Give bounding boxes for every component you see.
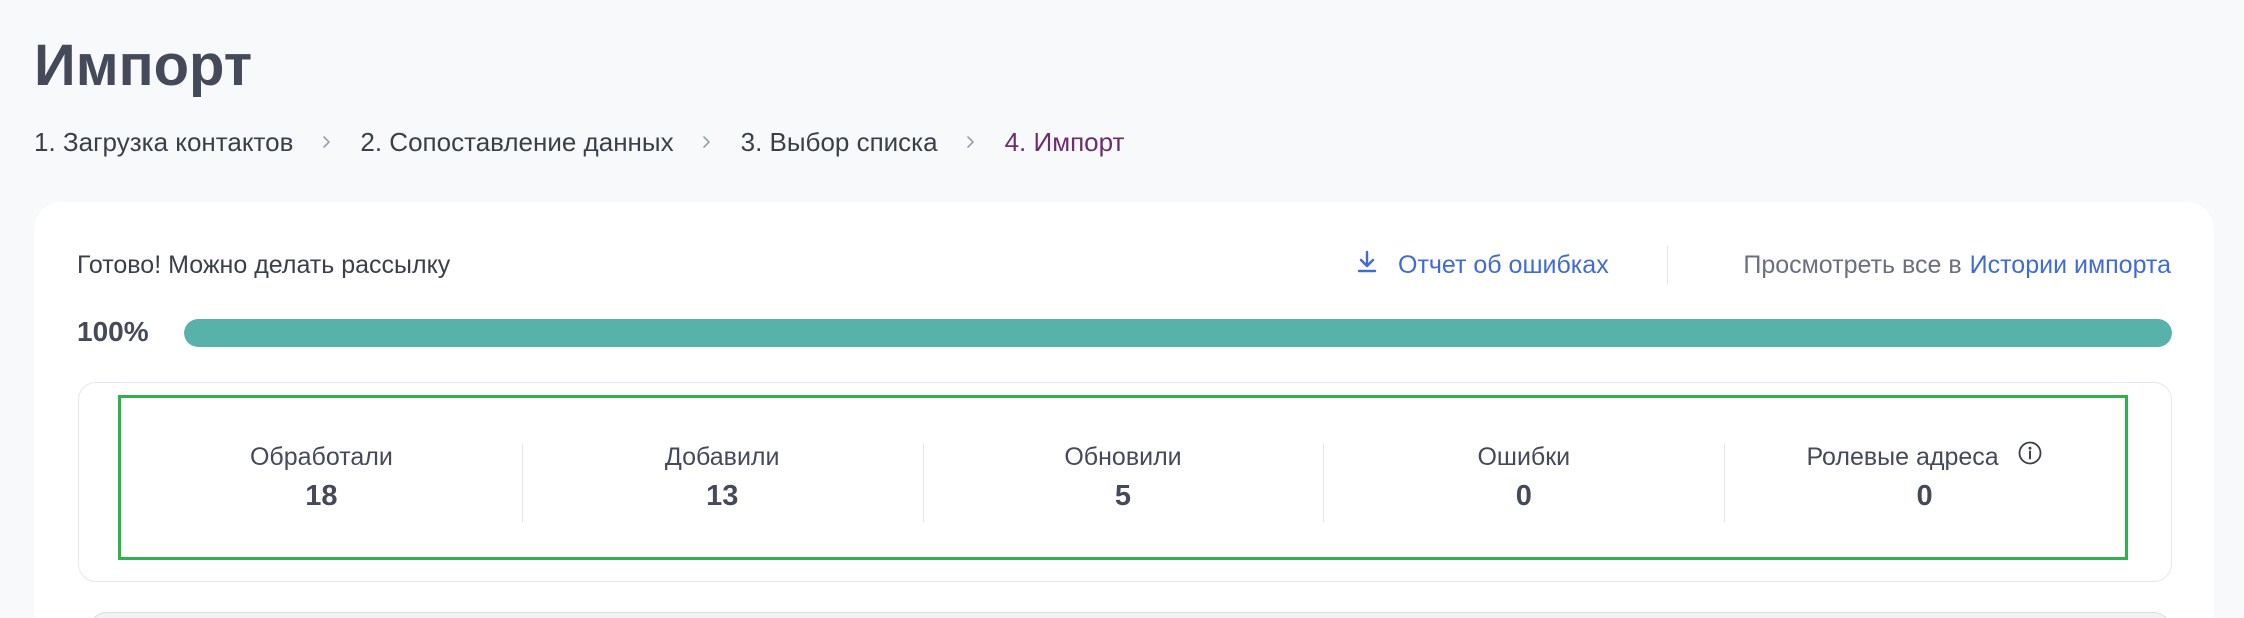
stat-label-text: Ошибки bbox=[1477, 442, 1571, 471]
import-result-card: Готово! Можно делать рассылку Отчет об о… bbox=[34, 202, 2214, 618]
stat-value: 13 bbox=[706, 479, 739, 512]
step-list-selection[interactable]: 3. Выбор списка bbox=[741, 127, 938, 158]
progress-fill bbox=[184, 319, 2172, 347]
stat-label: Обновили bbox=[1064, 440, 1181, 474]
error-report-link[interactable]: Отчет об ошибках bbox=[1354, 247, 1609, 283]
progress-percent: 100% bbox=[77, 316, 149, 347]
stat-updated: Обновили 5 bbox=[922, 398, 1324, 557]
stat-value: 18 bbox=[305, 479, 338, 512]
stats-highlight: Обработали 18 Добавили 13 Обновили 5 Оши… bbox=[118, 395, 2128, 560]
status-message: Готово! Можно делать рассылку bbox=[77, 251, 451, 279]
chevron-right-icon bbox=[293, 135, 360, 149]
stats-panel: Обработали 18 Добавили 13 Обновили 5 Оши… bbox=[78, 382, 2172, 582]
import-history-link[interactable]: Истории импорта bbox=[1970, 251, 2171, 280]
stat-label-text: Ролевые адреса bbox=[1806, 442, 1999, 471]
stat-label: Ролевые адреса bbox=[1806, 440, 2042, 474]
stat-label: Ошибки bbox=[1477, 440, 1570, 474]
error-report-label: Отчет об ошибках bbox=[1398, 250, 1609, 279]
step-data-mapping[interactable]: 2. Сопоставление данных bbox=[360, 127, 673, 158]
stat-processed: Обработали 18 bbox=[121, 398, 522, 557]
chevron-right-icon bbox=[674, 135, 741, 149]
stat-value: 5 bbox=[1114, 479, 1132, 512]
stat-added: Добавили 13 bbox=[521, 398, 923, 557]
import-page: Импорт 1. Загрузка контактов 2. Сопостав… bbox=[0, 0, 2244, 618]
stat-label: Обработали bbox=[250, 440, 393, 474]
step-upload-contacts[interactable]: 1. Загрузка контактов bbox=[34, 127, 293, 158]
download-icon bbox=[1354, 249, 1380, 282]
page-title: Импорт bbox=[34, 33, 253, 98]
chevron-right-icon bbox=[938, 135, 1005, 149]
stat-value: 0 bbox=[1515, 479, 1532, 512]
progress-bar bbox=[184, 319, 2172, 347]
stat-label-text: Обработали bbox=[249, 442, 393, 471]
stat-label-text: Добавили bbox=[664, 442, 780, 471]
stat-errors: Ошибки 0 bbox=[1323, 398, 1724, 557]
history-prefix: Просмотреть все в bbox=[1743, 250, 1962, 279]
stat-label-text: Обновили bbox=[1064, 442, 1182, 471]
step-import: 4. Импорт bbox=[1004, 126, 1125, 157]
stat-label: Добавили bbox=[665, 440, 780, 474]
info-icon[interactable] bbox=[2017, 440, 2043, 466]
history-hint: Просмотреть все в Истории импорта bbox=[1743, 247, 2171, 283]
stat-role-addresses: Ролевые адреса 0 bbox=[1724, 398, 2125, 557]
next-panel-edge bbox=[90, 612, 2170, 618]
stat-value: 0 bbox=[1916, 479, 1933, 512]
header-divider bbox=[1667, 246, 1668, 284]
import-steps: 1. Загрузка контактов 2. Сопоставление д… bbox=[34, 124, 1124, 160]
